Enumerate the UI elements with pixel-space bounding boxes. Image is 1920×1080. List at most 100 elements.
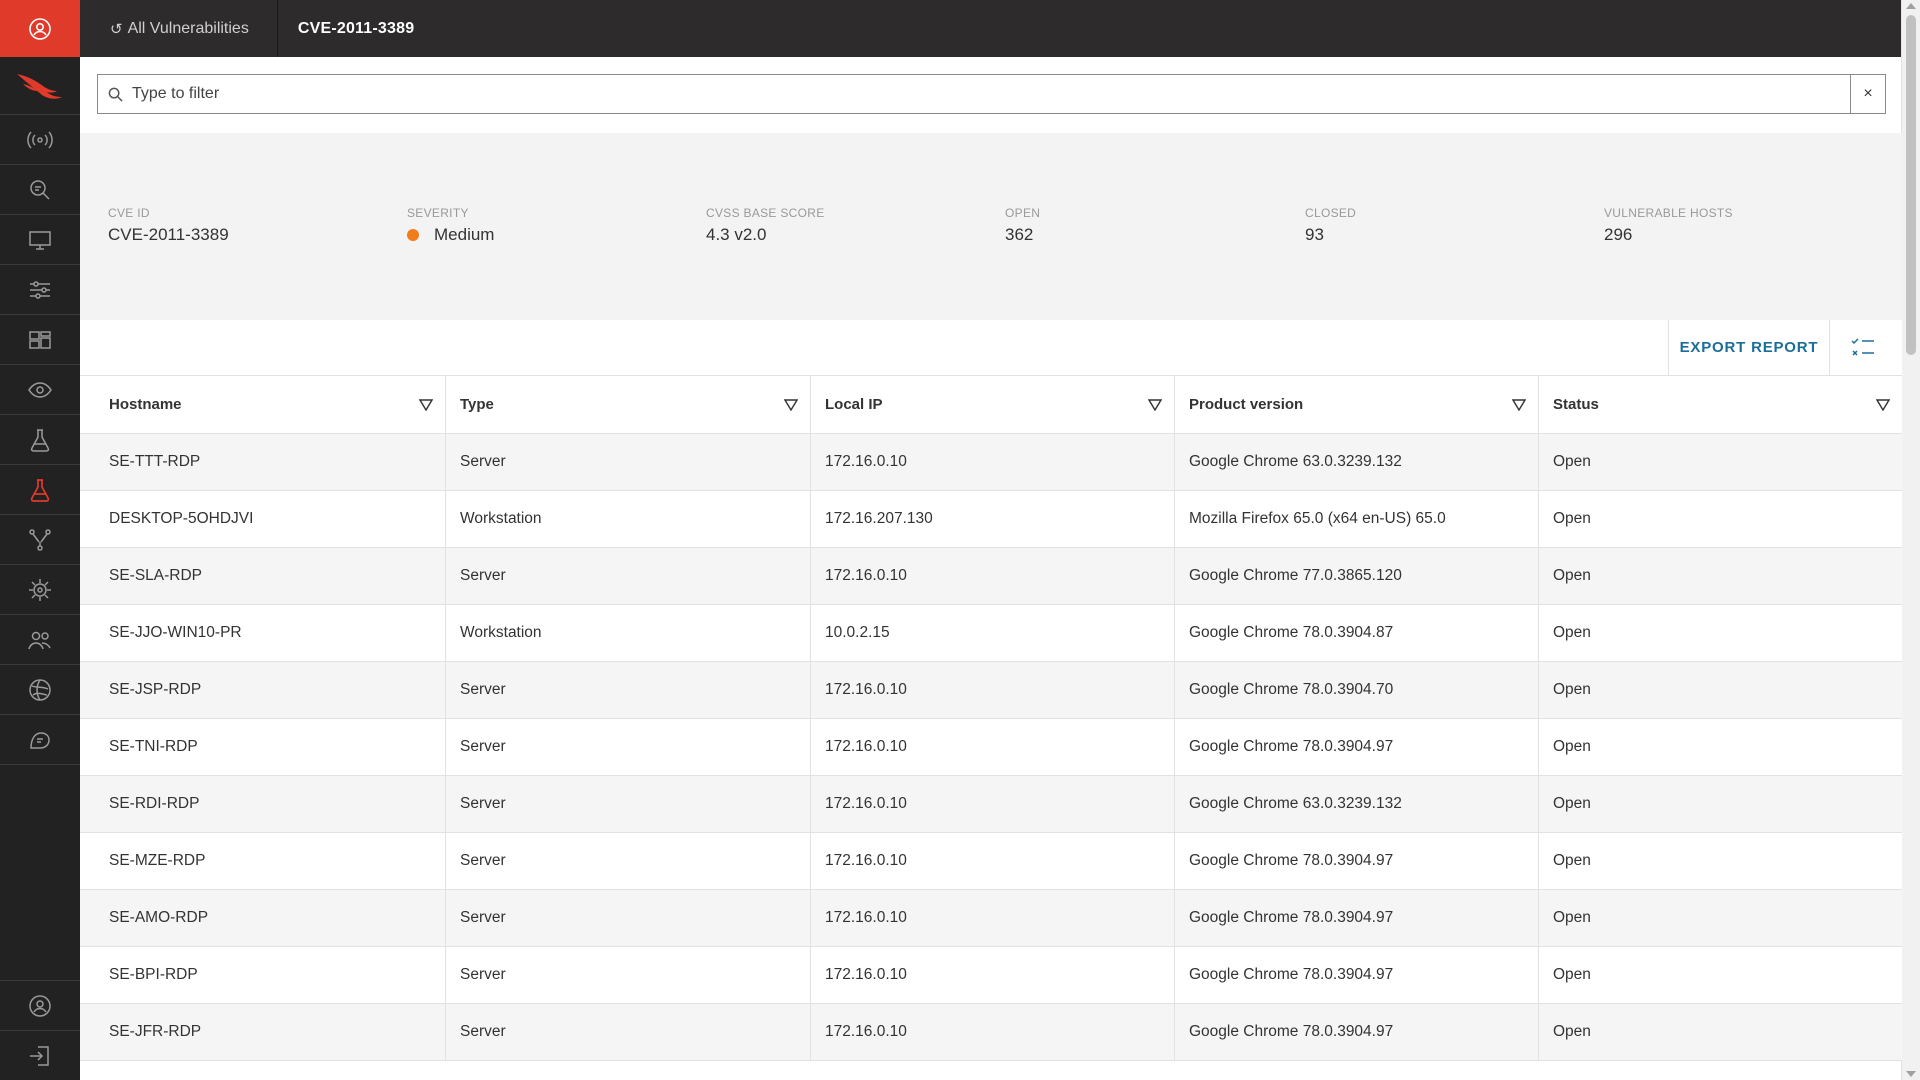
stat-value: 4.3 v2.0 <box>706 225 767 244</box>
column-header-local-ip[interactable]: Local IP <box>811 376 1175 433</box>
rail-item-spotlight[interactable] <box>0 415 80 465</box>
flask-active-icon <box>30 478 50 502</box>
monitor-icon <box>29 230 51 250</box>
column-header-label: Type <box>460 396 494 413</box>
column-header-type[interactable]: Type <box>446 376 811 433</box>
cell-local-ip: 172.16.0.10 <box>811 719 1175 775</box>
cell-type: Server <box>446 548 811 604</box>
clear-filter-button[interactable]: × <box>1850 75 1885 113</box>
stat-value: Medium <box>407 225 494 245</box>
cell-local-ip: 172.16.0.10 <box>811 434 1175 490</box>
cell-status: Open <box>1553 795 1591 812</box>
cell-type: Workstation <box>446 491 811 547</box>
filter-funnel-icon[interactable] <box>419 398 433 411</box>
eye-icon <box>28 381 52 398</box>
rail-item-discover[interactable] <box>0 565 80 615</box>
globe-icon <box>29 678 51 701</box>
table-row[interactable]: SE-RDI-RDP Server 172.16.0.10 Google Chrome… <box>80 776 1902 833</box>
cell-product-version: Google Chrome 78.0.3904.97 <box>1175 833 1539 889</box>
rail-item-logout[interactable] <box>0 1030 80 1080</box>
cell-type: Server <box>446 719 811 775</box>
cell-local-ip: 172.16.207.130 <box>811 491 1175 547</box>
rail-item-account[interactable] <box>0 980 80 1030</box>
scroll-down-arrow-icon[interactable] <box>1906 1071 1916 1077</box>
stat-vulnerable-hosts: VULNERABLE HOSTS 296 <box>1604 206 1733 245</box>
cell-status: Open <box>1553 738 1591 755</box>
rail-item-network[interactable] <box>0 665 80 715</box>
stat-value: 296 <box>1604 225 1633 244</box>
cell-hostname[interactable]: SE-MZE-RDP <box>80 833 446 889</box>
cell-hostname[interactable]: SE-BPI-RDP <box>80 947 446 1003</box>
table-row[interactable]: SE-TTT-RDP Server 172.16.0.10 Google Chrome… <box>80 434 1902 491</box>
column-header-status[interactable]: Status <box>1539 376 1902 433</box>
table-row[interactable]: SE-BPI-RDP Server 172.16.0.10 Google Chrome… <box>80 947 1902 1004</box>
cell-hostname[interactable]: SE-SLA-RDP <box>80 548 446 604</box>
filter-input[interactable] <box>132 76 1850 112</box>
user-menu-button[interactable] <box>0 0 80 57</box>
severity-value: Medium <box>434 225 495 244</box>
rail-item-hosts[interactable] <box>0 215 80 265</box>
column-settings-button[interactable] <box>1848 332 1880 364</box>
table-row[interactable]: SE-JJO-WIN10-PR Workstation 10.0.2.15 Googl… <box>80 605 1902 662</box>
filter-funnel-icon[interactable] <box>1876 398 1890 411</box>
table-header-row: Hostname Type Local IP Product version S… <box>80 376 1902 434</box>
cell-hostname[interactable]: SE-JFR-RDP <box>80 1004 446 1060</box>
cell-local-ip: 172.16.0.10 <box>811 833 1175 889</box>
table-row[interactable]: SE-JSP-RDP Server 172.16.0.10 Google Chrome… <box>80 662 1902 719</box>
rail-item-support[interactable] <box>0 715 80 765</box>
cell-product-version: Google Chrome 78.0.3904.70 <box>1175 662 1539 718</box>
cell-type: Server <box>446 890 811 946</box>
cell-product-version: Google Chrome 77.0.3865.120 <box>1175 548 1539 604</box>
filter-funnel-icon[interactable] <box>784 398 798 411</box>
cell-type: Server <box>446 434 811 490</box>
column-header-label: Local IP <box>825 396 883 413</box>
flask-icon <box>30 428 50 452</box>
rail-item-investigate[interactable] <box>0 165 80 215</box>
breadcrumb-current: CVE-2011-3389 <box>297 19 415 37</box>
left-nav-rail <box>0 0 80 1080</box>
table-row[interactable]: SE-JFR-RDP Server 172.16.0.10 Google Chrome… <box>80 1004 1902 1061</box>
branch-icon <box>29 528 51 551</box>
scrollbar-thumb[interactable] <box>1906 15 1916 355</box>
table-row[interactable]: SE-AMO-RDP Server 172.16.0.10 Google Chrome… <box>80 890 1902 947</box>
cell-hostname[interactable]: SE-AMO-RDP <box>80 890 446 946</box>
falcon-logo[interactable] <box>0 57 80 115</box>
rail-item-intelligence[interactable] <box>0 365 80 415</box>
cell-hostname[interactable]: SE-TTT-RDP <box>80 434 446 490</box>
cell-hostname[interactable]: DESKTOP-5OHDJVI <box>80 491 446 547</box>
column-header-hostname[interactable]: Hostname <box>80 376 446 433</box>
cell-hostname[interactable]: SE-RDI-RDP <box>80 776 446 832</box>
cell-status: Open <box>1553 966 1591 983</box>
cell-status: Open <box>1553 453 1591 470</box>
back-link-label: All Vulnerabilities <box>127 19 249 37</box>
rail-item-activity[interactable] <box>0 115 80 165</box>
export-report-button[interactable]: EXPORT REPORT <box>1668 320 1830 375</box>
rail-item-workflows[interactable] <box>0 515 80 565</box>
stat-label: CLOSED <box>1305 206 1357 220</box>
table-row[interactable]: SE-MZE-RDP Server 172.16.0.10 Google Chrome… <box>80 833 1902 890</box>
cell-type: Server <box>446 1004 811 1060</box>
users-icon <box>28 631 51 649</box>
back-to-all-vulnerabilities-link[interactable]: ↺ All Vulnerabilities <box>80 0 278 57</box>
rail-item-spotlight-active[interactable] <box>0 465 80 515</box>
rail-item-configuration[interactable] <box>0 265 80 315</box>
cell-hostname[interactable]: SE-JJO-WIN10-PR <box>80 605 446 661</box>
rail-item-dashboards[interactable] <box>0 315 80 365</box>
filter-funnel-icon[interactable] <box>1512 398 1526 411</box>
search-icon <box>98 87 132 102</box>
scroll-up-arrow-icon[interactable] <box>1906 3 1916 9</box>
cell-hostname[interactable]: SE-TNI-RDP <box>80 719 446 775</box>
cell-hostname[interactable]: SE-JSP-RDP <box>80 662 446 718</box>
filter-funnel-icon[interactable] <box>1148 398 1162 411</box>
table-row[interactable]: DESKTOP-5OHDJVI Workstation 172.16.207.130… <box>80 491 1902 548</box>
cell-product-version: Google Chrome 78.0.3904.97 <box>1175 1004 1539 1060</box>
vulnerability-summary: CVE ID CVE-2011-3389 SEVERITY Medium CVS… <box>80 133 1902 320</box>
rail-item-users[interactable] <box>0 615 80 665</box>
dashboard-icon <box>29 330 51 349</box>
table-row[interactable]: SE-TNI-RDP Server 172.16.0.10 Google Chrome… <box>80 719 1902 776</box>
column-header-product-version[interactable]: Product version <box>1175 376 1539 433</box>
cell-local-ip: 172.16.0.10 <box>811 1004 1175 1060</box>
account-icon <box>29 994 51 1017</box>
vertical-scrollbar[interactable] <box>1901 0 1920 1080</box>
table-row[interactable]: SE-SLA-RDP Server 172.16.0.10 Google Chrome… <box>80 548 1902 605</box>
